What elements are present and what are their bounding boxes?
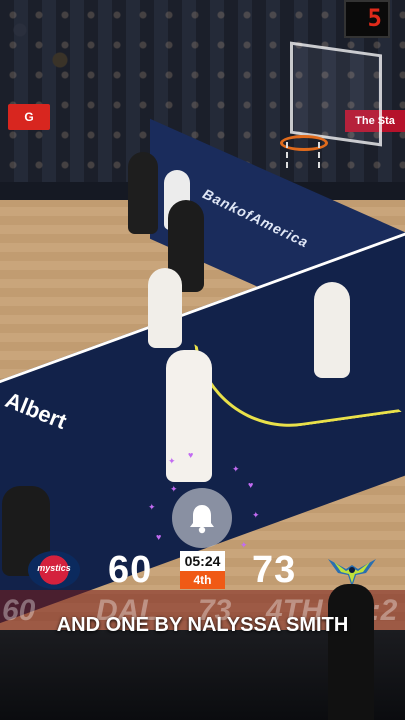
basket-net — [286, 142, 320, 168]
video-frame[interactable]: G 5 The Sta BankofAmerica Albert ✦ ♥ ✦ ♥… — [0, 0, 405, 720]
referee — [328, 584, 374, 720]
bell-icon — [190, 505, 214, 534]
mystics-logo-text: mystics — [37, 563, 71, 573]
away-score: 73 — [252, 549, 297, 591]
shot-clock-value: 5 — [367, 4, 382, 32]
player — [148, 268, 182, 348]
player — [128, 152, 158, 234]
player — [166, 350, 212, 482]
period-badge: 4th — [180, 571, 225, 589]
subscribe-bell-button[interactable] — [172, 488, 232, 548]
shot-clock: 5 — [344, 0, 390, 38]
player — [314, 282, 350, 378]
bug-home-score: 60 — [2, 594, 36, 627]
gatorade-sign: G — [8, 104, 50, 130]
video-caption: AND ONE BY NALYSSA SMITH — [56, 614, 349, 636]
game-clock-box: 05:24 4th — [180, 551, 225, 589]
home-score: 60 — [108, 549, 153, 591]
game-clock: 05:24 — [180, 551, 225, 571]
mystics-logo-icon: mystics — [28, 551, 80, 589]
backboard — [290, 41, 382, 147]
